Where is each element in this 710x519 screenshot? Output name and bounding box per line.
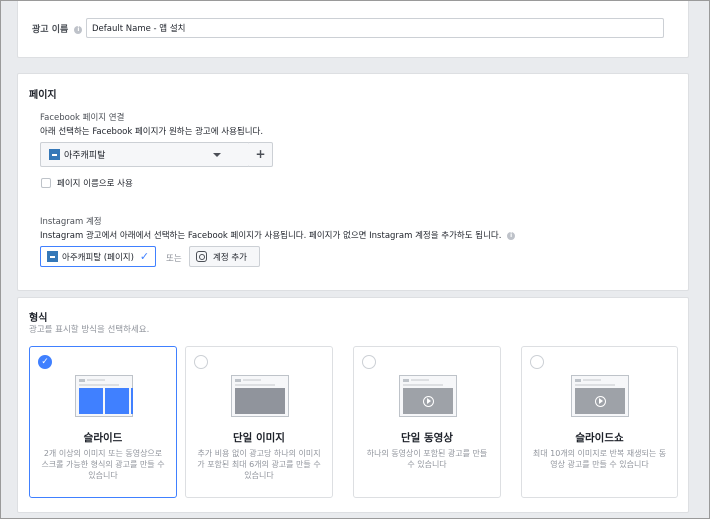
chevron-down-icon [213, 153, 221, 157]
add-account-label: 계정 추가 [213, 252, 247, 263]
single-video-thumbnail [399, 375, 457, 417]
ad-name-label: 광고 이름 [32, 25, 69, 35]
instagram-account-description: Instagram 광고에서 아래에서 선택하는 Facebook 페이지가 사… [40, 231, 502, 241]
format-section-subtitle: 광고를 표시할 방식을 선택하세요. [29, 325, 150, 335]
single-image-thumbnail [231, 375, 289, 417]
use-page-name-label: 페이지 이름으로 사용 [57, 179, 133, 189]
format-option-description: 최대 10개의 이미지로 반복 재생되는 동영상 광고를 만들 수 있습니다 [532, 449, 667, 469]
format-radio[interactable] [194, 355, 208, 369]
check-icon[interactable]: ✓ [38, 355, 52, 369]
facebook-page-selected: 아주캐피탈 [64, 151, 106, 161]
play-icon [422, 395, 434, 407]
ad-name-label-wrap: 광고 이름 i [32, 22, 83, 35]
instagram-selected-account-label: 아주캐피탈 (페이지) [62, 252, 134, 263]
ad-name-input[interactable] [86, 18, 664, 38]
format-section-title: 형식 [29, 313, 48, 324]
instagram-account-description-wrap: Instagram 광고에서 아래에서 선택하는 Facebook 페이지가 사… [40, 229, 516, 241]
page-logo-icon [47, 251, 58, 262]
or-label: 또는 [166, 254, 182, 264]
format-option-title: 슬라이드쇼 [575, 432, 624, 444]
format-option-single-image[interactable]: 단일 이미지 추가 비용 없이 광고당 하나의 이미지가 포함된 최대 6개의 … [185, 346, 333, 498]
add-account-button[interactable]: 계정 추가 [189, 246, 260, 267]
page-panel: 페이지 Facebook 페이지 연결 아래 선택하는 Facebook 페이지… [17, 73, 689, 291]
format-panel: 형식 광고를 표시할 방식을 선택하세요. ✓ 슬라이드 2개 이상의 이미지 … [17, 297, 689, 513]
info-icon[interactable]: i [507, 231, 516, 240]
page-section-title: 페이지 [29, 90, 57, 101]
format-option-title: 단일 이미지 [233, 432, 285, 444]
format-option-title: 단일 동영상 [401, 432, 453, 444]
format-radio[interactable] [530, 355, 544, 369]
format-option-single-video[interactable]: 단일 동영상 하나의 동영상이 포함된 광고를 만들 수 있습니다 [353, 346, 501, 498]
facebook-page-title: Facebook 페이지 연결 [40, 113, 125, 123]
ad-name-panel: 광고 이름 i [17, 0, 689, 58]
page-logo-icon [49, 149, 60, 160]
format-option-description: 추가 비용 없이 광고당 하나의 이미지가 포함된 최대 6개의 광고를 만들 … [197, 449, 321, 480]
format-option-description: 2개 이상의 이미지 또는 동영상으로 스크롤 가능한 형식의 광고를 만들 수… [41, 449, 165, 480]
format-option-slideshow[interactable]: 슬라이드쇼 최대 10개의 이미지로 반복 재생되는 동영상 광고를 만들 수 … [521, 346, 678, 498]
instagram-account-title: Instagram 계정 [40, 217, 102, 227]
info-icon[interactable]: i [74, 25, 83, 34]
carousel-thumbnail [75, 375, 133, 417]
format-option-carousel[interactable]: ✓ 슬라이드 2개 이상의 이미지 또는 동영상으로 스크롤 가능한 형식의 광… [29, 346, 177, 498]
facebook-page-select[interactable]: 아주캐피탈 [40, 142, 250, 167]
add-page-button[interactable]: + [249, 142, 273, 167]
format-option-description: 하나의 동영상이 포함된 광고를 만들 수 있습니다 [366, 449, 488, 469]
instagram-icon [196, 251, 207, 262]
format-option-title: 슬라이드 [83, 432, 123, 444]
format-radio[interactable] [362, 355, 376, 369]
instagram-selected-account[interactable]: 아주캐피탈 (페이지) ✓ [40, 246, 157, 267]
slideshow-thumbnail [571, 375, 629, 417]
check-icon: ✓ [139, 250, 150, 263]
play-icon [594, 395, 606, 407]
use-page-name-checkbox[interactable] [41, 178, 51, 188]
facebook-page-description: 아래 선택하는 Facebook 페이지가 원하는 광고에 사용됩니다. [40, 127, 264, 137]
